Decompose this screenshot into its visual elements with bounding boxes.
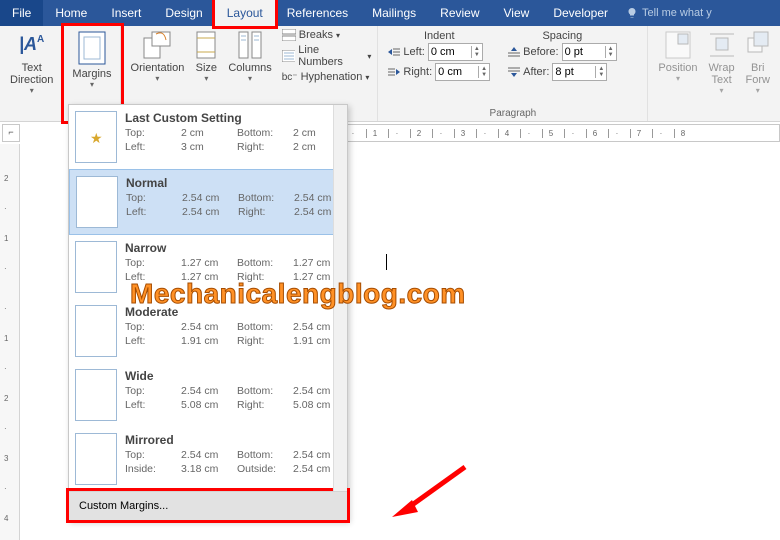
text-direction-label: Text Direction [10,62,53,86]
svg-text:A: A [37,34,44,45]
indent-title: Indent [388,30,490,42]
spacing-title: Spacing [508,30,616,42]
text-direction-icon: |AA [17,30,47,60]
spin-down[interactable]: ▼ [479,72,489,78]
bring-forward-icon [746,30,770,60]
margins-dropdown: ★Last Custom SettingTop:2 cmBottom:2 cmL… [68,104,348,521]
orientation-label: Orientation [131,62,185,74]
group-arrange: Position Wrap Text Bri Forw [648,26,780,121]
spacing-before-icon [508,47,520,57]
margins-option-text: ModerateTop:2.54 cmBottom:2.54 cmLeft:1.… [125,305,345,357]
margins-option-wide[interactable]: WideTop:2.54 cmBottom:2.54 cmLeft:5.08 c… [69,363,347,427]
size-button[interactable]: Size [190,28,222,85]
indent-right-icon [388,67,400,77]
position-button[interactable]: Position [654,28,701,97]
tab-layout[interactable]: Layout [215,0,275,26]
margins-thumb-icon [75,433,117,485]
custom-margins-button[interactable]: Custom Margins... [69,491,347,520]
spacing-after-label: After: [523,66,549,78]
orientation-button[interactable]: Orientation [127,28,189,85]
spacing-after-icon [508,67,520,77]
spin-down[interactable]: ▼ [596,72,606,78]
position-label: Position [658,62,697,74]
margins-option-text: NormalTop:2.54 cmBottom:2.54 cmLeft:2.54… [126,176,346,228]
tab-view[interactable]: View [492,0,542,26]
spin-down[interactable]: ▼ [472,52,482,58]
tell-me[interactable]: Tell me what y [620,7,712,19]
paragraph-group-label: Paragraph [384,108,641,121]
ruler-corner: ⌐ [2,124,20,142]
wrap-text-icon [708,30,736,60]
tab-references[interactable]: References [275,0,360,26]
svg-text:|A: |A [19,34,37,54]
columns-label: Columns [228,62,271,74]
indent-right-input[interactable]: ▲▼ [435,63,490,81]
tab-review[interactable]: Review [428,0,491,26]
tab-design[interactable]: Design [153,0,214,26]
orientation-icon [142,30,172,60]
wrap-text-label: Wrap Text [709,62,735,86]
group-paragraph: Indent Left: ▲▼ Right: ▲▼ Spacing Before… [378,26,648,121]
wrap-text-button[interactable]: Wrap Text [704,28,740,97]
position-icon [664,30,692,60]
margins-option-text: NarrowTop:1.27 cmBottom:1.27 cmLeft:1.27… [125,241,345,293]
margins-thumb-icon [75,369,117,421]
hyphenation-button[interactable]: bc⁻Hyphenation▾ [282,70,372,84]
bring-forward-label: Bri Forw [746,62,770,86]
spacing-after-input[interactable]: ▲▼ [552,63,607,81]
tab-developer[interactable]: Developer [541,0,620,26]
spacing-before-label: Before: [523,46,558,58]
group-text-direction: |AA Text Direction [0,26,64,121]
text-direction-button[interactable]: |AA Text Direction [6,28,57,97]
spacing-before-input[interactable]: ▲▼ [562,43,617,61]
size-label: Size [196,62,217,74]
horizontal-ruler[interactable]: ·1·2·3·4·5·6·7·8 [335,124,780,142]
margins-option-mirrored[interactable]: MirroredTop:2.54 cmBottom:2.54 cmInside:… [69,427,347,491]
margins-thumb-icon: ★ [75,111,117,163]
tab-mailings[interactable]: Mailings [360,0,428,26]
bulb-icon [626,7,638,19]
tell-me-label: Tell me what y [642,7,712,19]
breaks-label: Breaks [299,29,333,41]
line-numbers-icon [282,50,296,62]
margins-option-last-custom-setting[interactable]: ★Last Custom SettingTop:2 cmBottom:2 cmL… [69,105,347,169]
bring-forward-button[interactable]: Bri Forw [742,28,774,97]
margins-thumb-icon [76,176,118,228]
margins-option-text: MirroredTop:2.54 cmBottom:2.54 cmInside:… [125,433,345,485]
margins-option-normal[interactable]: NormalTop:2.54 cmBottom:2.54 cmLeft:2.54… [69,169,347,235]
size-icon [194,30,218,60]
indent-right-label: Right: [403,66,432,78]
margins-option-text: Last Custom SettingTop:2 cmBottom:2 cmLe… [125,111,345,163]
dropdown-scrollbar[interactable] [333,105,347,491]
breaks-icon [282,29,296,41]
line-numbers-button[interactable]: Line Numbers▾ [282,43,372,69]
margins-option-moderate[interactable]: ModerateTop:2.54 cmBottom:2.54 cmLeft:1.… [69,299,347,363]
margins-button[interactable]: Margins [68,28,115,91]
margins-option-narrow[interactable]: NarrowTop:1.27 cmBottom:1.27 cmLeft:1.27… [69,235,347,299]
tab-home[interactable]: Home [43,0,99,26]
hyphenation-label: Hyphenation [301,71,363,83]
vertical-ruler[interactable]: 2·1··1·2·3·4 [0,144,20,540]
line-numbers-label: Line Numbers [298,44,364,68]
margins-thumb-icon [75,305,117,357]
margins-label: Margins [72,68,111,80]
tab-insert[interactable]: Insert [99,0,153,26]
breaks-button[interactable]: Breaks▾ [282,28,372,42]
indent-left-icon [388,47,400,57]
margins-icon [75,30,109,66]
margins-thumb-icon [75,241,117,293]
tab-bar: File Home Insert Design Layout Reference… [0,0,780,26]
text-cursor [386,254,387,270]
margins-option-text: WideTop:2.54 cmBottom:2.54 cmLeft:5.08 c… [125,369,345,421]
indent-left-input[interactable]: ▲▼ [428,43,483,61]
tab-file[interactable]: File [0,0,43,26]
columns-button[interactable]: Columns [224,28,275,85]
spin-down[interactable]: ▼ [606,52,616,58]
columns-icon [237,30,263,60]
indent-left-label: Left: [403,46,424,58]
